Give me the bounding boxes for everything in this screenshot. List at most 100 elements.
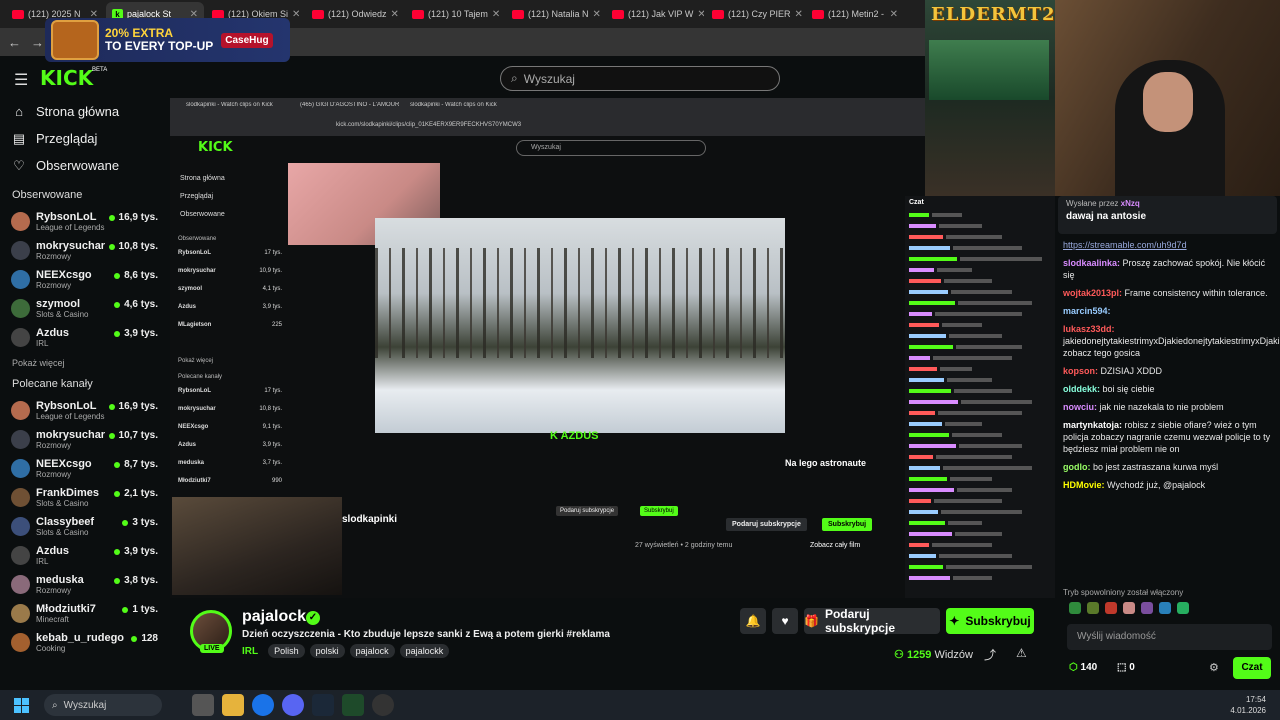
task-view-icon[interactable] — [192, 694, 214, 716]
search-input[interactable]: ⌕ Wyszukaj — [500, 66, 780, 91]
chat-username[interactable]: lukasz33dd: — [1063, 324, 1115, 334]
elder-overlay-panel: ELDERMT2 — [925, 0, 1055, 196]
hamburger-menu-icon[interactable]: ☰ — [14, 70, 28, 90]
nav-item[interactable]: ▤ Przeglądaj — [0, 125, 168, 152]
sidebar-channel[interactable]: meduska Rozmowy 3,8 tys. — [0, 570, 168, 599]
live-dot-icon — [108, 214, 115, 221]
sidebar-channel[interactable]: NEEXcsgo Rozmowy 8,6 tys. — [0, 265, 168, 294]
taskbar-search[interactable]: ⌕ Wyszukaj — [44, 694, 162, 716]
sidebar-channel[interactable]: mokrysuchar Rozmowy 10,8 tys. — [0, 236, 168, 265]
chat-username[interactable]: marcin594: — [1063, 306, 1111, 316]
browser-tab[interactable]: (121) Metin2 - ✕ — [806, 2, 904, 26]
stream-tag[interactable]: pajalock — [349, 644, 395, 658]
sidebar-channel[interactable]: Młodziutki7 Minecraft 1 tys. — [0, 599, 168, 628]
browser-tab[interactable]: (121) Czy PIER ✕ — [706, 2, 804, 26]
pinned-message[interactable]: Wysłane przez xNzq dawaj na antosie — [1058, 196, 1277, 234]
close-tab-icon[interactable]: ✕ — [795, 9, 803, 20]
gift-count[interactable]: ⬚ 0 — [1117, 662, 1135, 673]
stream-tag[interactable]: Polish — [268, 644, 305, 658]
stream-tag[interactable]: pajalockk — [399, 644, 450, 658]
sidebar-channel[interactable]: Azdus IRL 3,9 tys. — [0, 323, 168, 352]
sidebar-channel[interactable]: FrankDimes Slots & Casino 2,1 tys. — [0, 483, 168, 512]
browser-tab[interactable]: (121) 10 Tajem ✕ — [406, 2, 504, 26]
stream-tag[interactable]: IRL — [242, 646, 258, 657]
back-icon[interactable]: ← — [8, 35, 21, 50]
file-explorer-icon[interactable] — [222, 694, 244, 716]
kick-logo[interactable]: KICK — [40, 66, 93, 90]
obs-icon[interactable] — [372, 694, 394, 716]
channel-category: League of Legends — [36, 412, 105, 421]
channel-viewers: 10,8 tys. — [108, 241, 158, 252]
chat-username[interactable]: kopson: — [1063, 366, 1098, 376]
close-tab-icon[interactable]: ✕ — [292, 9, 300, 20]
nav-item[interactable]: ⌂ Strona główna — [0, 98, 168, 125]
chat-username[interactable]: slodkaalinka: — [1063, 258, 1120, 268]
channel-viewers: 4,6 tys. — [114, 299, 158, 310]
close-tab-icon[interactable]: ✕ — [391, 9, 399, 20]
sidebar-channel[interactable]: szymool Slots & Casino 4,6 tys. — [0, 294, 168, 323]
follow-button[interactable]: ♥ — [772, 608, 798, 634]
nav-item-label: Przeglądaj — [36, 131, 98, 146]
chat-message: HDMovie: Wychodź już, @pajalock — [1055, 476, 1280, 494]
forward-icon[interactable]: → — [31, 35, 44, 50]
windows-start-icon[interactable] — [10, 694, 32, 716]
inner-chat-line — [909, 397, 1051, 407]
browser-tab[interactable]: (121) Jak VIP W ✕ — [606, 2, 704, 26]
close-tab-icon[interactable]: ✕ — [890, 9, 898, 20]
channel-name: meduska — [36, 574, 84, 586]
emote-bar[interactable] — [1069, 602, 1269, 616]
chat-message: martynkatoja: robisz z siebie ofiare? wi… — [1055, 416, 1280, 458]
ad-promo-text: TO EVERY TOP-UP — [105, 39, 214, 53]
close-tab-icon[interactable]: ✕ — [492, 9, 500, 20]
share-icon[interactable]: ⤴ — [984, 646, 996, 663]
settings-gear-icon[interactable]: ⚙ — [1209, 661, 1219, 674]
sidebar-channel[interactable]: Azdus IRL 3,9 tys. — [0, 541, 168, 570]
chat-username[interactable]: HDMovie: — [1063, 480, 1105, 490]
taskbar-clock[interactable]: 17:54 4.01.2026 — [1230, 694, 1266, 716]
channel-name[interactable]: pajalock — [242, 608, 306, 626]
chat-username[interactable]: nowciu: — [1063, 402, 1097, 412]
chat-username[interactable]: wojtak2013pl: — [1063, 288, 1122, 298]
nav-item-label: Strona główna — [36, 104, 120, 119]
sidebar-channel[interactable]: RybsonLoL League of Legends 16,9 tys. — [0, 207, 168, 236]
youtube-favicon-icon — [812, 9, 824, 19]
stream-tag[interactable]: polski — [309, 644, 345, 658]
send-chat-button[interactable]: Czat — [1233, 657, 1271, 679]
nav-item[interactable]: ♡ Obserwowane — [0, 152, 168, 179]
inner-chat-line — [909, 562, 1051, 572]
inner-chat-line — [909, 276, 1051, 286]
close-tab-icon[interactable]: ✕ — [697, 9, 704, 20]
inner-live-label: Na lego astronaute — [785, 458, 867, 468]
sidebar-channel[interactable]: kebab_u_rudego Cooking 128 — [0, 628, 168, 657]
inner-channel: Młodziutki7 990 — [178, 478, 282, 484]
bell-button[interactable]: 🔔 — [740, 608, 766, 634]
casehug-ad-banner[interactable]: 20% EXTRA TO EVERY TOP-UP CaseHug — [45, 18, 290, 62]
sidebar-channel[interactable]: Classybeef Slots & Casino 3 tys. — [0, 512, 168, 541]
inner-browser-chrome: slodkapinki - Watch clips on Kick (465) … — [170, 98, 925, 136]
chat-username[interactable]: martynkatoja: — [1063, 420, 1122, 430]
chat-panel: Wysłane przez xNzq dawaj na antosie http… — [1055, 196, 1280, 690]
excel-icon[interactable] — [342, 694, 364, 716]
sidebar-channel[interactable]: mokrysuchar Rozmowy 10,7 tys. — [0, 425, 168, 454]
close-tab-icon[interactable]: ✕ — [593, 9, 601, 20]
browser-tab[interactable]: (121) Odwiedz ✕ — [306, 2, 404, 26]
ad-brand: CaseHug — [221, 32, 273, 48]
chat-username[interactable]: olddekk: — [1063, 384, 1100, 394]
sidebar-channel[interactable]: RybsonLoL League of Legends 16,9 tys. — [0, 396, 168, 425]
chrome-icon[interactable] — [252, 694, 274, 716]
show-more-link[interactable]: Pokaż więcej — [0, 358, 168, 368]
channel-points[interactable]: ⬡ 140 — [1069, 662, 1097, 673]
sidebar-channel[interactable]: NEEXcsgo Rozmowy 8,7 tys. — [0, 454, 168, 483]
inner-chat-overlay: Czat — [905, 196, 1055, 598]
chat-username[interactable]: godlo: — [1063, 462, 1091, 472]
report-icon[interactable]: ⚠ — [1016, 646, 1027, 660]
discord-icon[interactable] — [282, 694, 304, 716]
gift-sub-button[interactable]: 🎁 Podaruj subskrypcje — [804, 607, 940, 635]
subscribe-button[interactable]: ✦ Subskrybuj — [946, 608, 1034, 634]
inner-channel: RybsonLoL 17 tys. — [178, 250, 282, 256]
channel-viewers: 16,9 tys. — [108, 401, 158, 412]
inner-rec-title: Polecane kanały — [178, 374, 223, 380]
chat-input[interactable]: Wyślij wiadomość — [1067, 624, 1272, 650]
browser-tab[interactable]: (121) Natalia N ✕ — [506, 2, 604, 26]
steam-icon[interactable] — [312, 694, 334, 716]
